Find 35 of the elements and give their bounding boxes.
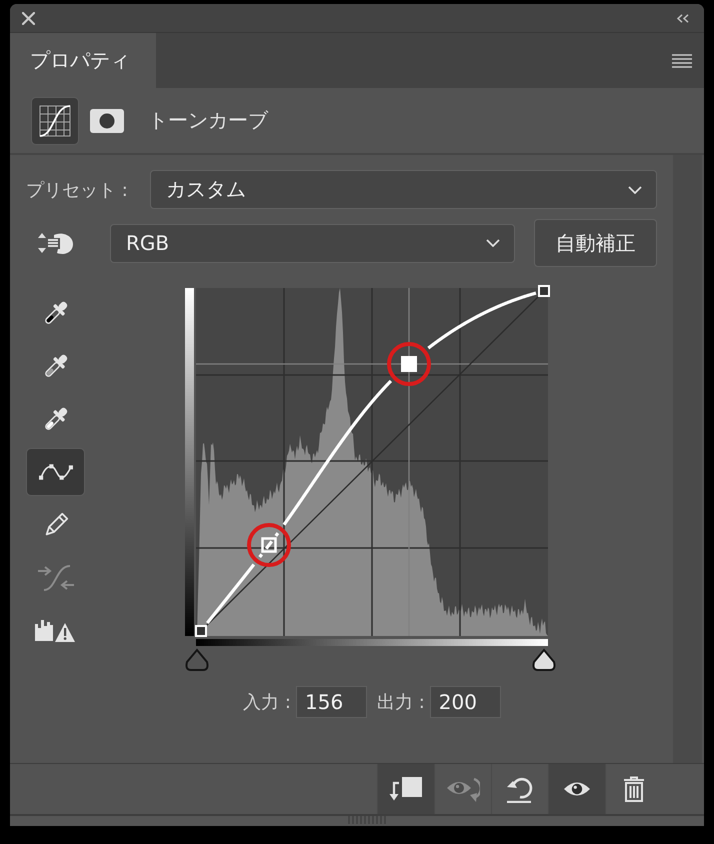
curves-mode-button[interactable]	[31, 96, 79, 144]
shadows-slider-handle[interactable]	[186, 649, 208, 671]
input-field[interactable]: 156	[296, 686, 367, 718]
output-field[interactable]: 200	[430, 686, 501, 718]
curves-graph-icon	[38, 104, 72, 138]
preset-dropdown[interactable]: カスタム	[150, 170, 657, 209]
mask-icon	[90, 108, 124, 132]
trash-icon	[623, 776, 645, 802]
smooth-curve-icon	[36, 564, 74, 592]
eye-icon	[563, 780, 591, 798]
endpoint-handle[interactable]	[538, 285, 550, 297]
visibility-button[interactable]	[548, 764, 605, 814]
chevron-down-icon	[628, 186, 642, 194]
input-label: 入力 :	[243, 691, 291, 714]
clip-to-layer-icon	[388, 776, 424, 802]
points-tool[interactable]	[26, 448, 85, 496]
menu-icon[interactable]	[672, 54, 692, 68]
clipping-warning-icon	[35, 620, 76, 642]
collapse-icon[interactable]	[676, 14, 690, 22]
output-label: 出力 :	[377, 691, 425, 714]
preset-label: プリセット :	[26, 178, 129, 202]
close-icon[interactable]	[22, 12, 35, 24]
resize-grip-icon[interactable]	[348, 816, 386, 824]
panel-tab[interactable]: プロパティ	[10, 33, 156, 88]
endpoint-handle[interactable]	[195, 625, 207, 637]
adjustment-title: トーンカーブ	[148, 107, 268, 134]
reset-icon	[506, 776, 534, 802]
clip-button[interactable]	[377, 764, 434, 814]
eye-cycle-icon	[446, 776, 480, 802]
highlights-slider-handle[interactable]	[532, 649, 556, 671]
chevron-down-icon	[486, 239, 500, 247]
channel-dropdown[interactable]: RGB	[110, 224, 515, 262]
curve-points-icon	[38, 463, 74, 481]
auto-button[interactable]: 自動補正	[534, 219, 657, 267]
curve-point[interactable]	[261, 537, 277, 553]
